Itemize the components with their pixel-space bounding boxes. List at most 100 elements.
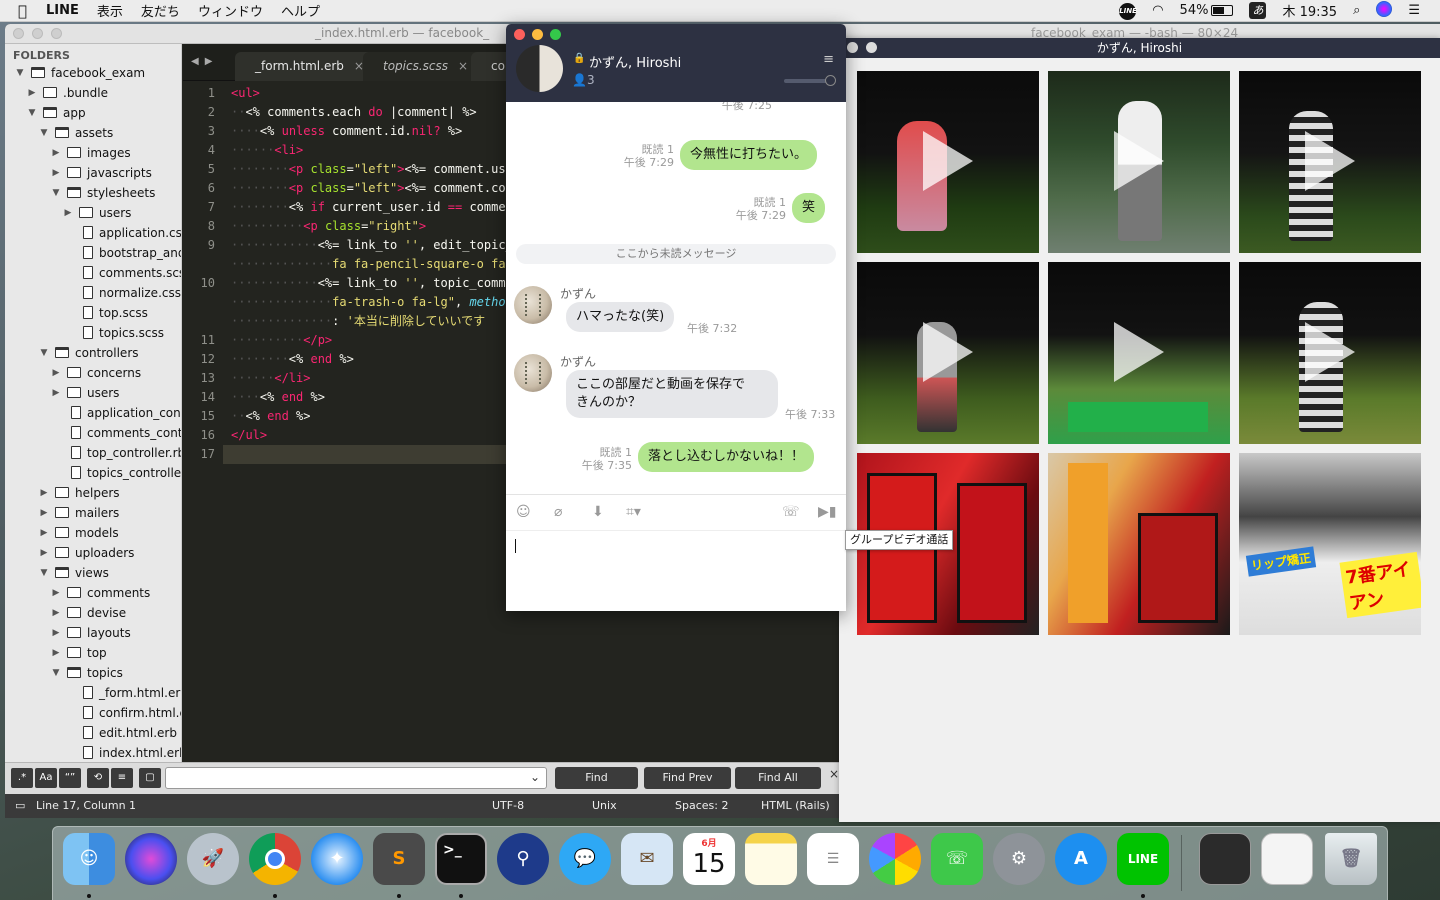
folder-item[interactable]: ▼ views <box>5 563 181 583</box>
encoding-status[interactable]: UTF-8 <box>492 794 524 818</box>
folder-item[interactable]: ▶ mailers <box>5 503 181 523</box>
outgoing-message[interactable]: 落とし込むしかないね！！ <box>638 442 815 472</box>
photos-icon[interactable] <box>869 833 921 885</box>
menu-window[interactable]: ウィンドウ <box>189 1 272 20</box>
highlight-toggle-icon[interactable]: ▢ <box>139 768 161 788</box>
incoming-message[interactable]: ここの部屋だと動画を保存で きんのか？ <box>566 370 778 418</box>
disclosure-closed-icon[interactable]: ▶ <box>51 623 61 643</box>
code-line[interactable]: ········<% end %> <box>231 350 354 369</box>
video-call-icon[interactable]: ▶▮ <box>818 504 836 520</box>
minimize-button[interactable] <box>32 28 43 39</box>
mail-icon[interactable]: ✉ <box>621 833 673 885</box>
disclosure-open-icon[interactable]: ▼ <box>39 343 49 363</box>
folder-item[interactable]: ▶ helpers <box>5 483 181 503</box>
file-item[interactable]: application_contro <box>5 403 181 423</box>
find-prev-button[interactable]: Find Prev <box>644 767 731 789</box>
code-line[interactable]: ······</li> <box>231 369 310 388</box>
video-thumbnail[interactable] <box>1048 71 1230 253</box>
tab-topics-scss[interactable]: topics.scss × <box>363 52 483 81</box>
file-item[interactable]: bootstrap_and_ <box>5 243 181 263</box>
photo-thumbnail[interactable] <box>1048 453 1230 635</box>
voice-call-icon[interactable]: ☏ <box>782 504 800 520</box>
file-item[interactable]: _form.html.erb <box>5 683 181 703</box>
folder-item[interactable]: ▶ javascripts <box>5 163 181 183</box>
code-line[interactable]: ··············fa-trash-o fa-lg", method <box>231 293 513 312</box>
code-line[interactable]: ············<%= link_to '', edit_topic_ <box>231 236 513 255</box>
screenshot-preview-icon[interactable] <box>1199 833 1251 885</box>
group-avatar[interactable] <box>516 45 563 92</box>
file-item[interactable]: edit.html.erb <box>5 723 181 743</box>
tab-close-icon[interactable]: × <box>458 59 468 73</box>
trash-icon[interactable]: 🗑 <box>1325 833 1377 885</box>
message-list[interactable]: 午後 7:25 既読 1 午後 7:29 今無性に打ちたい。 既読 1 午後 7:2… <box>506 102 846 494</box>
code-line[interactable]: <ul> <box>231 84 260 103</box>
album-titlebar[interactable]: かずん, Hiroshi <box>839 38 1440 58</box>
chrome-icon[interactable] <box>249 833 301 885</box>
incoming-message[interactable]: ハマったな(笑) <box>566 302 675 332</box>
code-line[interactable]: ··<% comments.each do |comment| %> <box>231 103 477 122</box>
code-line[interactable]: ········<% if current_user.id == commen <box>231 198 513 217</box>
launchpad-icon[interactable]: 🚀 <box>187 833 239 885</box>
file-item[interactable]: application.css <box>5 223 181 243</box>
disclosure-closed-icon[interactable]: ▶ <box>39 543 49 563</box>
sublime-text-icon[interactable]: S <box>373 833 425 885</box>
code-line[interactable]: ········<p class="left"><%= comment.con <box>231 179 513 198</box>
folder-item[interactable]: ▼ assets <box>5 123 181 143</box>
folder-item[interactable]: ▼ app <box>5 103 181 123</box>
disclosure-closed-icon[interactable]: ▶ <box>39 523 49 543</box>
video-thumbnail[interactable] <box>1048 262 1230 444</box>
messages-icon[interactable]: 💬 <box>559 833 611 885</box>
keep-icon[interactable]: ⬇ <box>592 504 604 520</box>
file-item[interactable]: index.html.erb <box>5 743 181 762</box>
calendar-icon[interactable]: 6月 15 <box>683 833 735 885</box>
close-button[interactable] <box>847 42 858 53</box>
disclosure-open-icon[interactable]: ▼ <box>27 103 37 123</box>
code-line[interactable]: ····<% end %> <box>231 388 325 407</box>
notification-center-icon[interactable]: ☰ <box>1400 3 1428 18</box>
finder-icon[interactable]: ☺ <box>63 833 115 885</box>
whole-word-toggle[interactable]: “” <box>59 768 81 788</box>
disclosure-closed-icon[interactable]: ▶ <box>51 383 61 403</box>
opacity-slider[interactable] <box>784 75 836 86</box>
wifi-icon[interactable]: ◠ <box>1144 3 1171 18</box>
disclosure-closed-icon[interactable]: ▶ <box>51 603 61 623</box>
minimize-button[interactable] <box>866 42 877 53</box>
disclosure-closed-icon[interactable]: ▶ <box>51 363 61 383</box>
app-store-icon[interactable]: A <box>1055 833 1107 885</box>
disclosure-open-icon[interactable]: ▼ <box>51 663 61 683</box>
indentation-status[interactable]: Spaces: 2 <box>675 794 728 818</box>
find-button[interactable]: Find <box>555 767 638 789</box>
code-line[interactable]: ········<p class="left"><%= comment.use <box>231 160 513 179</box>
input-method-icon[interactable]: あ <box>1241 2 1274 19</box>
line-status-icon[interactable]: LINE <box>1111 2 1144 20</box>
clock[interactable]: 木 19:35 <box>1274 1 1345 20</box>
panel-toggle-icon[interactable]: ▭ <box>15 794 25 818</box>
disclosure-open-icon[interactable]: ▼ <box>51 183 61 203</box>
folder-item[interactable]: ▶ images <box>5 143 181 163</box>
chevron-down-icon[interactable]: ⌄ <box>530 770 540 784</box>
apple-menu-icon[interactable]:  <box>0 2 37 20</box>
file-item[interactable]: confirm.html.er <box>5 703 181 723</box>
line-endings-status[interactable]: Unix <box>592 794 617 818</box>
file-item[interactable]: topics.scss <box>5 323 181 343</box>
attachment-icon[interactable]: ⌀ <box>554 504 562 520</box>
siri-icon[interactable] <box>1368 0 1400 21</box>
reminders-icon[interactable]: ☰ <box>807 833 859 885</box>
zoom-button[interactable] <box>51 28 62 39</box>
file-item[interactable]: normalize.css <box>5 283 181 303</box>
folder-item[interactable]: ▶ models <box>5 523 181 543</box>
photo-thumbnail[interactable]: 7番アイアン リップ矯正 <box>1239 453 1421 635</box>
chat-header[interactable]: 🔒 かずん, Hiroshi 👤3 ≡ <box>506 24 846 102</box>
folder-item[interactable]: ▶ users <box>5 203 181 223</box>
menu-friends[interactable]: 友だち <box>132 1 189 20</box>
disclosure-closed-icon[interactable]: ▶ <box>39 503 49 523</box>
terminal-icon[interactable]: >_ <box>435 833 487 885</box>
sourcetree-icon[interactable]: ⚲ <box>497 833 549 885</box>
video-thumbnail[interactable] <box>1239 71 1421 253</box>
menu-help[interactable]: ヘルプ <box>272 1 329 20</box>
sender-avatar[interactable] <box>514 354 552 392</box>
folder-item[interactable]: ▶ uploaders <box>5 543 181 563</box>
battery-indicator[interactable]: 54% <box>1172 3 1242 18</box>
video-thumbnail[interactable] <box>1239 262 1421 444</box>
notes-icon[interactable] <box>745 833 797 885</box>
